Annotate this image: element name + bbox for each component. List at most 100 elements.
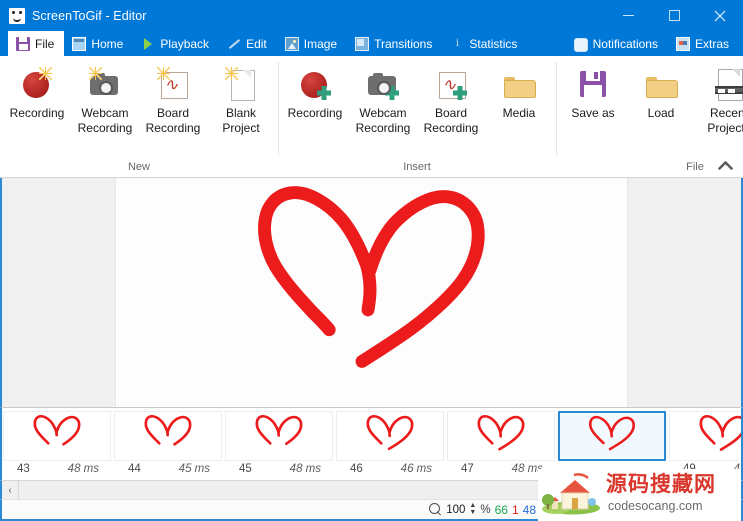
frame-delay: 48 ms (289, 463, 321, 475)
new-webcam-recording-button[interactable]: Webcam Recording (71, 60, 139, 141)
load-button[interactable]: Load (627, 60, 695, 126)
ribbon-group-new-items: Recording Webcam Recording ∿ Board Recor… (0, 60, 278, 157)
insert-webcam-recording-label: Webcam Recording (355, 106, 411, 135)
minimize-icon (622, 15, 634, 16)
new-board-recording-label: Board Recording (145, 106, 201, 135)
frame-thumbnail-item[interactable]: 44 45 ms (113, 411, 223, 475)
zoom-value[interactable]: 100 (446, 504, 465, 516)
tab-notifications[interactable]: Notifications (566, 31, 668, 56)
new-recording-label: Recording (9, 106, 65, 120)
new-recording-button[interactable]: Recording (3, 60, 71, 126)
new-star-icon (39, 67, 52, 80)
scroll-left-button[interactable]: ‹ (2, 481, 19, 499)
red-heart-sketch (258, 186, 485, 368)
frame-thumbnail-item[interactable]: 49 48 ms (668, 411, 741, 475)
webcam-new-icon (87, 66, 123, 102)
stepper-down-icon[interactable]: ▼ (469, 509, 476, 516)
new-star-icon (225, 67, 238, 80)
recent-projects-icon (711, 66, 743, 102)
close-button[interactable] (697, 0, 743, 31)
insert-recording-button[interactable]: Recording (281, 60, 349, 126)
ribbon-tab-strip-right: Notifications Extras (566, 31, 743, 56)
ribbon-group-insert: Recording Webcam Recording ∿ Board Recor… (278, 56, 556, 177)
chevron-left-icon: ‹ (8, 484, 12, 496)
ribbon-panel: Recording Webcam Recording ∿ Board Recor… (0, 56, 743, 178)
frame-thumbnail-item[interactable]: 43 48 ms (2, 411, 112, 475)
frame-thumbnail-item-selected[interactable]: 48 48 ms (557, 411, 667, 475)
zoom-stepper[interactable]: ▲ ▼ (469, 502, 476, 516)
frame-list[interactable]: 43 48 ms 44 45 ms 45 48 ms 46 46 ms 47 4… (0, 407, 743, 480)
total-frames-count: 66 (494, 502, 508, 517)
record-new-icon (19, 66, 55, 102)
minimize-button[interactable] (605, 0, 651, 31)
insert-board-recording-button[interactable]: ∿ Board Recording (417, 60, 485, 141)
chevron-up-icon (717, 160, 733, 170)
frame-thumbnail[interactable] (114, 411, 222, 461)
frame-number: 44 (128, 463, 141, 475)
frame-meta: 47 48 ms (447, 461, 555, 475)
board-new-icon: ∿ (155, 66, 191, 102)
tab-home[interactable]: Home (64, 31, 133, 56)
tab-statistics[interactable]: Statistics (442, 31, 527, 56)
insert-board-recording-label: Board Recording (423, 106, 479, 135)
frame-thumbnail[interactable] (3, 411, 111, 461)
status-bar: 100 ▲ ▼ % 66 1 48 (0, 499, 743, 521)
window-controls (605, 0, 743, 31)
ribbon-collapse-button[interactable] (715, 156, 735, 174)
tab-image-label: Image (303, 36, 338, 51)
tab-edit[interactable]: Edit (219, 31, 277, 56)
frame-number: 49 (683, 463, 696, 475)
new-blank-project-button[interactable]: Blank Project (207, 60, 275, 141)
percent-symbol: % (480, 503, 491, 516)
frame-thumbnail-item[interactable]: 46 46 ms (335, 411, 445, 475)
new-webcam-recording-label: Webcam Recording (77, 106, 133, 135)
frame-number: 45 (239, 463, 252, 475)
zoom-control[interactable]: 100 ▲ ▼ % (429, 502, 491, 517)
frame-delay: 48 ms (733, 463, 741, 475)
insert-webcam-recording-button[interactable]: Webcam Recording (349, 60, 417, 141)
tab-extras[interactable]: Extras (668, 31, 739, 56)
save-as-button[interactable]: Save as (559, 60, 627, 126)
recent-projects-button[interactable]: Recent Projects (695, 60, 743, 141)
play-icon (141, 37, 155, 51)
extras-icon (675, 36, 690, 51)
maximize-button[interactable] (651, 0, 697, 31)
frame-thumbnail[interactable] (336, 411, 444, 461)
tab-image[interactable]: Image (277, 31, 347, 56)
ribbon-group-file-items: Save as Load Recent Projects (556, 60, 743, 157)
tab-file[interactable]: File (8, 31, 65, 56)
red-heart-sketch-thumb (33, 415, 81, 446)
ribbon-group-new-label: New (127, 161, 150, 173)
frame-thumbnail-item[interactable]: 47 48 ms (446, 411, 556, 475)
filmstrip-horizontal-scrollbar[interactable]: ‹ (0, 480, 743, 499)
frame-number: 46 (350, 463, 363, 475)
floppy-shutter (584, 85, 602, 97)
tab-transitions[interactable]: Transitions (347, 31, 442, 56)
frame-meta: 45 48 ms (225, 461, 333, 475)
editor-canvas-area[interactable] (0, 178, 743, 407)
ribbon-group-new: Recording Webcam Recording ∿ Board Recor… (0, 56, 278, 177)
selected-frames-count: 1 (511, 502, 519, 517)
scrollbar-track[interactable] (19, 481, 741, 499)
frame-delay: 48 ms (511, 463, 543, 475)
insert-media-button[interactable]: Media (485, 60, 553, 126)
blank-project-icon (223, 66, 259, 102)
new-board-recording-button[interactable]: ∿ Board Recording (139, 60, 207, 141)
picture-icon (284, 36, 299, 51)
scrollbar-thumb[interactable] (591, 482, 653, 498)
frame-thumbnail[interactable] (558, 411, 666, 461)
tab-home-label: Home (91, 36, 124, 51)
frame-preview[interactable] (115, 178, 628, 407)
webcam-insert-icon (365, 66, 401, 102)
frame-number: 43 (17, 463, 30, 475)
window-title: ScreenToGif - Editor (32, 8, 147, 23)
tab-statistics-label: Statistics (469, 36, 518, 51)
insert-media-label: Media (502, 106, 536, 120)
load-label: Load (647, 106, 675, 120)
frame-thumbnail[interactable] (669, 411, 741, 461)
frame-thumbnail[interactable] (447, 411, 555, 461)
tab-playback[interactable]: Playback (133, 31, 219, 56)
frame-thumbnail-item[interactable]: 45 48 ms (224, 411, 334, 475)
floppy-slot (594, 72, 598, 79)
frame-thumbnail[interactable] (225, 411, 333, 461)
